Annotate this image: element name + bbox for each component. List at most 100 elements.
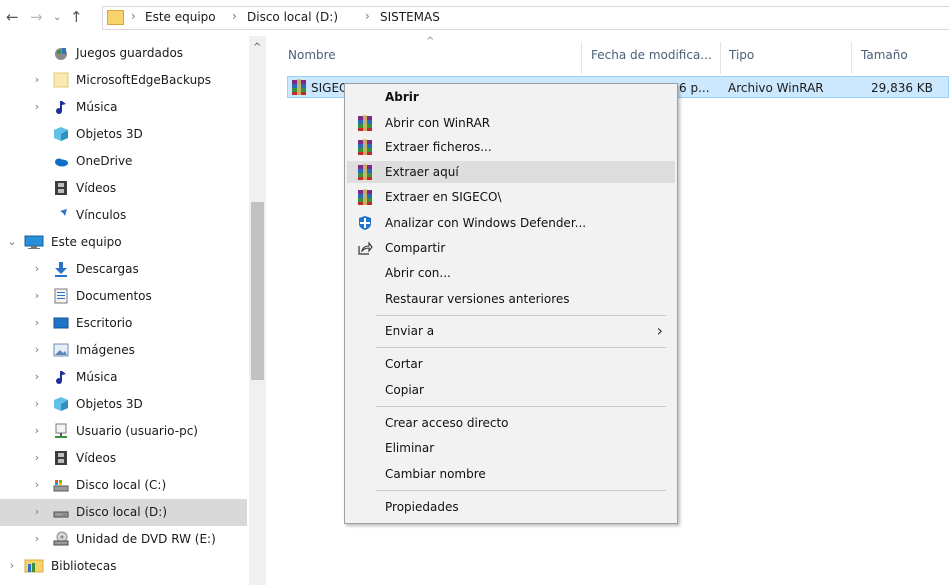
nav-item-desktop[interactable]: › Escritorio bbox=[0, 310, 247, 337]
menu-item-create-shortcut[interactable]: Crear acceso directo bbox=[347, 412, 675, 434]
this-pc-icon bbox=[24, 234, 44, 250]
nav-item-libraries[interactable]: › Bibliotecas bbox=[0, 553, 247, 580]
folder-icon bbox=[53, 72, 69, 88]
nav-item-dvd-drive[interactable]: › Unidad de DVD RW (E:) bbox=[0, 526, 247, 553]
menu-item-copy[interactable]: Copiar bbox=[347, 379, 675, 401]
documents-icon bbox=[53, 288, 69, 304]
menu-item-restore-previous-versions[interactable]: Restaurar versiones anteriores bbox=[347, 288, 675, 310]
winrar-icon bbox=[357, 164, 373, 180]
nav-item-drive-d[interactable]: › Disco local (D:) bbox=[0, 499, 247, 526]
expand-chevron-icon[interactable]: › bbox=[6, 559, 18, 573]
menu-item-send-to[interactable]: Enviar a › bbox=[347, 320, 675, 342]
nav-item-videos-2[interactable]: › Vídeos bbox=[0, 445, 247, 472]
nav-item-pictures[interactable]: › Imágenes bbox=[0, 337, 247, 364]
expand-chevron-icon[interactable]: › bbox=[31, 343, 43, 357]
forward-arrow-icon[interactable]: → bbox=[30, 8, 43, 26]
libraries-icon bbox=[24, 558, 44, 574]
breadcrumb-separator[interactable]: › bbox=[131, 9, 136, 23]
links-icon bbox=[53, 207, 69, 223]
nav-item-music-2[interactable]: › Música bbox=[0, 364, 247, 391]
nav-item-microsoftedgebackups[interactable]: › MicrosoftEdgeBackups bbox=[0, 67, 247, 94]
file-date: 6 p... bbox=[679, 81, 710, 95]
column-header-size[interactable]: Tamaño bbox=[861, 48, 908, 62]
drive-d-icon bbox=[53, 504, 69, 520]
menu-item-open-with-winrar[interactable]: Abrir con WinRAR bbox=[347, 112, 675, 134]
column-header-name[interactable]: Nombre bbox=[288, 48, 336, 62]
menu-item-share[interactable]: Compartir bbox=[347, 237, 675, 259]
menu-separator bbox=[376, 490, 666, 491]
column-divider[interactable] bbox=[720, 42, 721, 74]
nav-item-music[interactable]: › Música bbox=[0, 94, 247, 121]
expand-chevron-icon[interactable]: › bbox=[31, 532, 43, 546]
scroll-up-arrow-icon[interactable]: ^ bbox=[253, 42, 261, 53]
music-icon bbox=[53, 369, 69, 385]
nav-scrollbar-thumb[interactable] bbox=[251, 202, 264, 380]
menu-item-rename[interactable]: Cambiar nombre bbox=[347, 463, 675, 485]
nav-item-this-pc[interactable]: ⌄ Este equipo bbox=[0, 229, 247, 256]
menu-item-open[interactable]: Abrir bbox=[347, 86, 675, 108]
expand-chevron-icon[interactable]: › bbox=[31, 505, 43, 519]
navigation-pane: Juegos guardados › MicrosoftEdgeBackups … bbox=[0, 36, 266, 585]
share-icon bbox=[357, 240, 373, 256]
pictures-icon bbox=[53, 342, 69, 358]
nav-item-network-user[interactable]: › Usuario (usuario-pc) bbox=[0, 418, 247, 445]
column-header-date[interactable]: Fecha de modifica... bbox=[591, 48, 712, 62]
nav-item-videos[interactable]: Vídeos bbox=[0, 175, 247, 202]
file-type: Archivo WinRAR bbox=[728, 81, 824, 95]
drive-c-icon bbox=[53, 477, 69, 493]
expand-chevron-icon[interactable]: › bbox=[31, 262, 43, 276]
column-divider[interactable] bbox=[581, 42, 582, 74]
onedrive-icon bbox=[53, 153, 69, 169]
column-header-type[interactable]: Tipo bbox=[729, 48, 754, 62]
nav-item-objects-3d[interactable]: Objetos 3D bbox=[0, 121, 247, 148]
breadcrumb-separator[interactable]: › bbox=[232, 9, 237, 23]
expand-chevron-icon[interactable]: › bbox=[31, 316, 43, 330]
music-icon bbox=[53, 99, 69, 115]
nav-item-downloads[interactable]: › Descargas bbox=[0, 256, 247, 283]
videos-icon bbox=[53, 450, 69, 466]
sort-ascending-icon: ^ bbox=[426, 36, 435, 47]
menu-item-scan-windows-defender[interactable]: Analizar con Windows Defender... bbox=[347, 212, 675, 234]
expand-chevron-icon[interactable]: › bbox=[31, 397, 43, 411]
context-menu: Abrir Abrir con WinRAR Extraer ficheros.… bbox=[344, 83, 678, 524]
windows-defender-icon bbox=[357, 215, 373, 231]
collapse-chevron-icon[interactable]: ⌄ bbox=[6, 235, 18, 249]
back-arrow-icon[interactable]: ← bbox=[6, 8, 19, 26]
nav-item-links[interactable]: Vínculos bbox=[0, 202, 247, 229]
menu-item-properties[interactable]: Propiedades bbox=[347, 496, 675, 518]
menu-item-extract-to-folder[interactable]: Extraer en SIGECO\ bbox=[347, 186, 675, 208]
expand-chevron-icon[interactable]: › bbox=[31, 370, 43, 384]
nav-item-drive-c[interactable]: › Disco local (C:) bbox=[0, 472, 247, 499]
expand-chevron-icon[interactable]: › bbox=[31, 100, 43, 114]
menu-item-extract-files[interactable]: Extraer ficheros... bbox=[347, 136, 675, 158]
breadcrumb-item-this-pc[interactable]: Este equipo bbox=[145, 10, 216, 24]
breadcrumb-item-sistemas[interactable]: SISTEMAS bbox=[380, 10, 440, 24]
objects-3d-icon bbox=[53, 126, 69, 142]
menu-item-extract-here[interactable]: Extraer aquí bbox=[347, 161, 675, 183]
breadcrumb-separator[interactable]: › bbox=[365, 9, 370, 23]
nav-item-documents[interactable]: › Documentos bbox=[0, 283, 247, 310]
desktop-icon bbox=[53, 315, 69, 331]
winrar-icon bbox=[357, 189, 373, 205]
up-arrow-icon[interactable]: ↑ bbox=[70, 8, 83, 26]
breadcrumb[interactable]: › Este equipo › Disco local (D:) › SISTE… bbox=[102, 6, 949, 30]
menu-item-open-with[interactable]: Abrir con... bbox=[347, 262, 675, 284]
nav-item-saved-games[interactable]: Juegos guardados bbox=[0, 40, 247, 67]
expand-chevron-icon[interactable]: › bbox=[31, 289, 43, 303]
nav-item-objects-3d-2[interactable]: › Objetos 3D bbox=[0, 391, 247, 418]
objects-3d-icon bbox=[53, 396, 69, 412]
menu-item-delete[interactable]: Eliminar bbox=[347, 437, 675, 459]
videos-icon bbox=[53, 180, 69, 196]
menu-separator bbox=[376, 315, 666, 316]
expand-chevron-icon[interactable]: › bbox=[31, 451, 43, 465]
file-size: 29,836 KB bbox=[871, 81, 933, 95]
nav-item-onedrive[interactable]: OneDrive bbox=[0, 148, 247, 175]
column-divider[interactable] bbox=[851, 42, 852, 74]
expand-chevron-icon[interactable]: › bbox=[31, 478, 43, 492]
expand-chevron-icon[interactable]: › bbox=[31, 424, 43, 438]
expand-chevron-icon[interactable]: › bbox=[31, 73, 43, 87]
recent-locations-chevron-icon[interactable]: ⌄ bbox=[53, 9, 61, 27]
breadcrumb-item-drive-d[interactable]: Disco local (D:) bbox=[247, 10, 338, 24]
menu-item-cut[interactable]: Cortar bbox=[347, 353, 675, 375]
network-user-icon bbox=[53, 423, 69, 439]
